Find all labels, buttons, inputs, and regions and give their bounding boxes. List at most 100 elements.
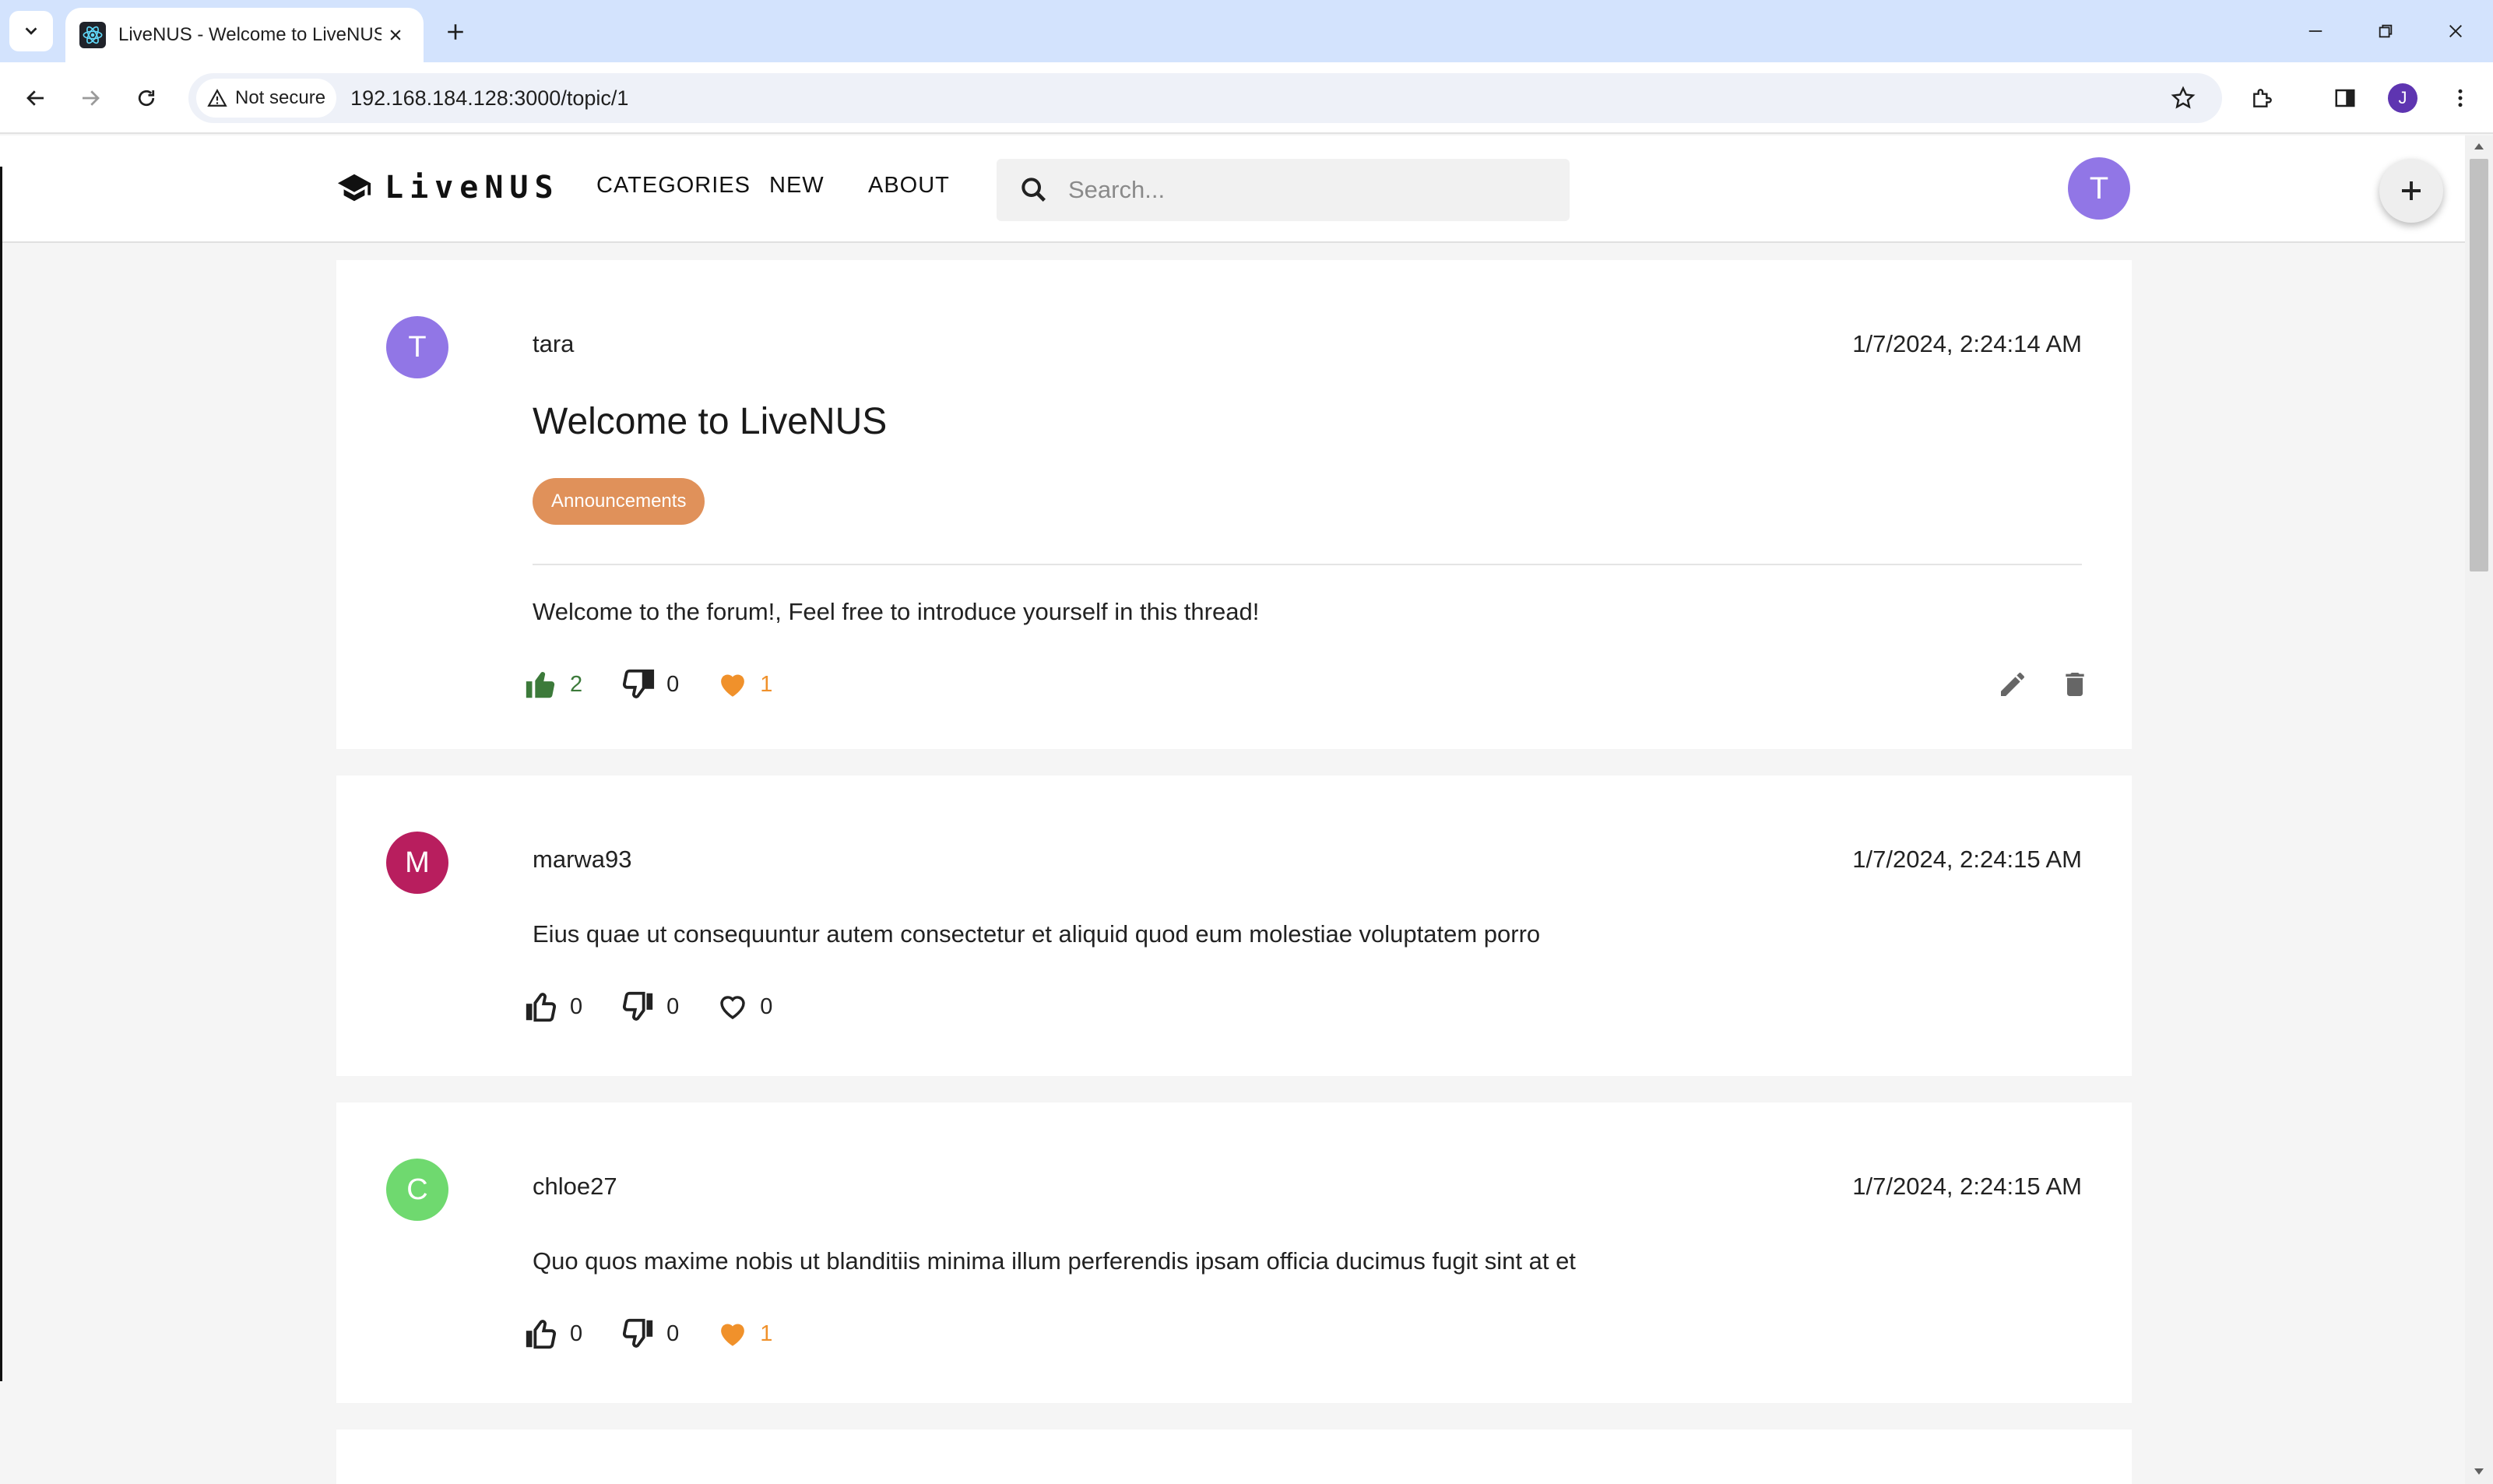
back-button[interactable]	[16, 78, 56, 118]
scroll-thumb[interactable]	[2470, 159, 2488, 571]
like-button[interactable]: 0	[523, 1316, 582, 1352]
dislike-count: 0	[666, 671, 680, 697]
minimize-button[interactable]	[2291, 11, 2340, 51]
graduation-cap-icon	[336, 170, 372, 206]
plus-icon	[2397, 177, 2425, 205]
thumb-up-icon	[523, 1316, 559, 1352]
timestamp: 1/7/2024, 2:24:15 AM	[1852, 846, 2082, 873]
timestamp: 1/7/2024, 2:24:15 AM	[1852, 1173, 2082, 1200]
restore-button[interactable]	[2361, 11, 2410, 51]
avatar[interactable]: M	[386, 832, 448, 894]
dislike-count: 0	[666, 993, 680, 1019]
close-window-button[interactable]	[2431, 11, 2481, 51]
reaction-bar: 2 0 1	[523, 665, 772, 704]
like-button[interactable]: 2	[523, 666, 582, 702]
side-panel-button[interactable]	[2325, 78, 2365, 118]
create-topic-button[interactable]	[2379, 159, 2443, 223]
chevron-down-icon	[23, 23, 40, 40]
reply-post: M marwa93 1/7/2024, 2:24:15 AM Eius quae…	[336, 775, 2132, 1076]
edit-button[interactable]	[1993, 665, 2032, 704]
post-body: Eius quae ut consequuntur autem consecte…	[533, 920, 1541, 948]
close-icon	[2447, 23, 2464, 40]
tab-title: LiveNUS - Welcome to LiveNUS	[118, 24, 382, 45]
dislike-button[interactable]: 0	[620, 1316, 679, 1352]
nav-new[interactable]: NEW	[769, 173, 825, 199]
more-vertical-icon	[2449, 86, 2472, 110]
heart-button[interactable]: 1	[716, 1317, 772, 1350]
search-input[interactable]	[1068, 176, 1535, 204]
heart-outline-icon	[716, 990, 749, 1023]
scroll-down-icon[interactable]	[2471, 1464, 2487, 1479]
security-label: Not secure	[235, 87, 326, 108]
heart-count: 1	[760, 1320, 773, 1346]
page-scrollbar[interactable]	[2465, 135, 2493, 1484]
site-logo[interactable]: LiveNUS	[336, 170, 560, 206]
avatar[interactable]: C	[386, 1159, 448, 1221]
divider	[533, 564, 2082, 565]
username[interactable]: tara	[533, 330, 574, 358]
puzzle-icon	[2250, 86, 2275, 111]
new-tab-button[interactable]	[438, 14, 473, 50]
reply-post: C chloe27 1/7/2024, 2:24:15 AM Quo quos …	[336, 1102, 2132, 1403]
heart-button[interactable]: 1	[716, 668, 772, 701]
delete-button[interactable]	[2055, 665, 2094, 704]
heart-count: 0	[760, 993, 773, 1019]
warning-triangle-icon	[207, 88, 227, 108]
tab-search-button[interactable]	[9, 11, 53, 51]
tab-close-icon[interactable]	[382, 21, 410, 49]
restore-icon	[2377, 23, 2394, 40]
thumb-up-icon	[523, 989, 559, 1025]
url-text: 192.168.184.128:3000/topic/1	[350, 86, 629, 110]
reload-button[interactable]	[126, 78, 167, 118]
category-chip[interactable]: Announcements	[533, 478, 705, 525]
window-edge	[0, 167, 2, 1381]
star-icon	[2171, 86, 2196, 111]
owner-actions	[1993, 665, 2094, 704]
dislike-button[interactable]: 0	[620, 989, 679, 1025]
avatar[interactable]: T	[386, 316, 448, 378]
search-bar[interactable]	[997, 159, 1570, 221]
scroll-up-icon[interactable]	[2471, 139, 2487, 154]
profile-avatar: J	[2388, 83, 2417, 113]
trash-icon	[2059, 669, 2090, 700]
profile-button[interactable]: J	[2382, 78, 2423, 118]
browser-toolbar: Not secure 192.168.184.128:3000/topic/1 …	[0, 62, 2493, 134]
side-panel-icon	[2333, 86, 2357, 110]
username[interactable]: chloe27	[533, 1173, 617, 1201]
like-count: 0	[570, 1320, 583, 1346]
post-body: Quo quos maxime nobis ut blanditiis mini…	[533, 1247, 1576, 1275]
react-favicon-icon	[79, 22, 106, 48]
plus-icon	[445, 22, 466, 42]
bookmark-button[interactable]	[2166, 81, 2200, 115]
forward-button[interactable]	[70, 78, 111, 118]
extensions-button[interactable]	[2242, 78, 2283, 118]
logo-text: LiveNUS	[385, 170, 560, 206]
user-avatar[interactable]: T	[2068, 157, 2130, 220]
browser-tab-active[interactable]: LiveNUS - Welcome to LiveNUS	[65, 8, 424, 62]
thumb-down-icon	[620, 989, 656, 1025]
dislike-button[interactable]: 0	[620, 666, 679, 702]
nav-categories[interactable]: CATEGORIES	[596, 173, 751, 199]
heart-button[interactable]: 0	[716, 990, 772, 1023]
nav-about[interactable]: ABOUT	[868, 173, 950, 199]
reply-post-partial	[336, 1429, 2132, 1484]
heart-filled-icon	[716, 668, 749, 701]
browser-menu-button[interactable]	[2440, 78, 2481, 118]
page-viewport: LiveNUS CATEGORIES NEW ABOUT T T tara 1/…	[0, 135, 2493, 1484]
address-bar[interactable]: Not secure 192.168.184.128:3000/topic/1	[188, 73, 2222, 123]
search-icon	[1018, 174, 1050, 206]
post-body: Welcome to the forum!, Feel free to intr…	[533, 598, 1260, 625]
reload-icon	[135, 86, 158, 110]
security-indicator[interactable]: Not secure	[196, 79, 337, 118]
username[interactable]: marwa93	[533, 846, 632, 874]
timestamp: 1/7/2024, 2:24:14 AM	[1852, 330, 2082, 357]
thumb-up-filled-icon	[523, 666, 559, 702]
reaction-bar: 0 0 1	[523, 1314, 772, 1353]
app-header: LiveNUS CATEGORIES NEW ABOUT T	[0, 135, 2465, 243]
minimize-icon	[2307, 23, 2324, 40]
reaction-bar: 0 0 0	[523, 987, 772, 1026]
like-button[interactable]: 0	[523, 989, 582, 1025]
dislike-count: 0	[666, 1320, 680, 1346]
thumb-down-icon	[620, 1316, 656, 1352]
like-count: 2	[570, 671, 583, 697]
